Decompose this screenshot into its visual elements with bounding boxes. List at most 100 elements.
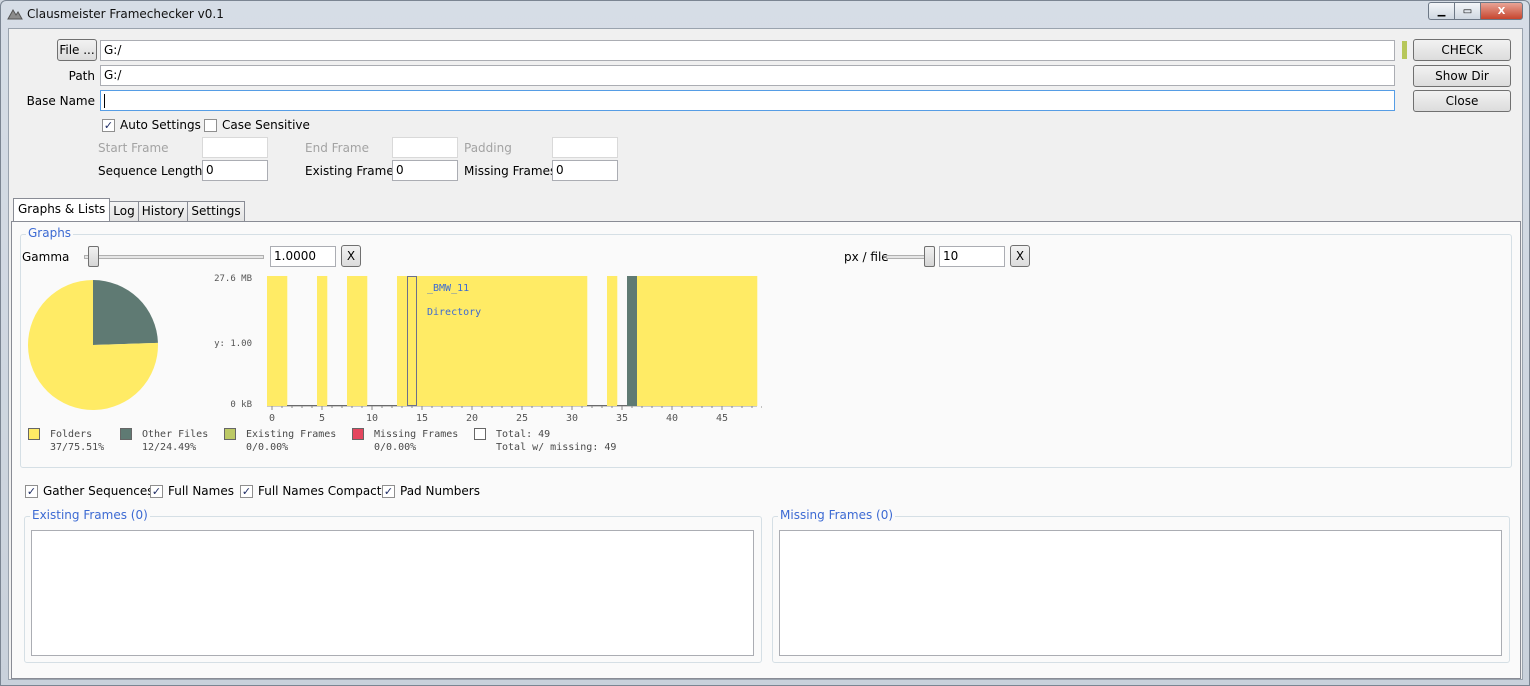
bar-folder[interactable] bbox=[707, 276, 718, 406]
bar-folder[interactable] bbox=[727, 276, 738, 406]
existing-frames-input[interactable]: 0 bbox=[392, 160, 458, 181]
bar-folder[interactable] bbox=[357, 276, 368, 406]
bar-folder[interactable] bbox=[477, 276, 488, 406]
tab-log[interactable]: Log bbox=[109, 201, 139, 221]
missing-frames-input[interactable]: 0 bbox=[552, 160, 618, 181]
x-tick-label: 40 bbox=[666, 413, 678, 424]
check-button[interactable]: CHECK bbox=[1413, 39, 1511, 61]
bar-folder[interactable] bbox=[267, 276, 278, 406]
legend-value: 37/75.51% bbox=[50, 442, 105, 453]
full-names-checkbox[interactable]: ✓ Full Names bbox=[150, 484, 234, 498]
check-icon: ✓ bbox=[150, 484, 163, 498]
basename-input[interactable] bbox=[100, 90, 1395, 111]
bar-folder[interactable] bbox=[607, 276, 618, 406]
bar-folder[interactable] bbox=[407, 276, 418, 406]
px-file-input[interactable]: 10 bbox=[939, 246, 1005, 267]
y-tick-label: 0 kB bbox=[230, 400, 252, 410]
legend-value: 0/0.00% bbox=[246, 442, 289, 453]
bar-folder[interactable] bbox=[277, 276, 288, 406]
file-button[interactable]: File ... bbox=[57, 39, 97, 61]
sequence-length-input[interactable]: 0 bbox=[202, 160, 268, 181]
case-sensitive-checkbox[interactable]: Case Sensitive bbox=[204, 118, 310, 132]
full-names-compact-checkbox[interactable]: ✓ Full Names Compact bbox=[240, 484, 382, 498]
graphs-group-title: Graphs bbox=[26, 226, 74, 240]
gamma-slider[interactable] bbox=[84, 255, 264, 259]
bar-folder[interactable] bbox=[497, 276, 508, 406]
close-button[interactable]: Close bbox=[1413, 90, 1511, 112]
legend-value: 0/0.00% bbox=[374, 442, 417, 453]
tab-settings[interactable]: Settings bbox=[187, 201, 245, 221]
window-close-button[interactable]: X bbox=[1480, 2, 1523, 20]
bar-folder[interactable] bbox=[687, 276, 698, 406]
minimize-button[interactable]: ▁ bbox=[1428, 2, 1454, 20]
bar-folder[interactable] bbox=[487, 276, 498, 406]
legend-swatch-total bbox=[474, 428, 486, 440]
title-bar[interactable]: Clausmeister Framechecker v0.1 ▁ ▭ X bbox=[1, 1, 1529, 27]
bar-folder[interactable] bbox=[447, 276, 458, 406]
bar-folder[interactable] bbox=[537, 276, 548, 406]
legend-label: Missing Frames bbox=[374, 429, 459, 440]
existing-frames-list[interactable] bbox=[31, 530, 754, 656]
file-input[interactable]: G:/ bbox=[100, 40, 1395, 61]
bar-folder[interactable] bbox=[467, 276, 478, 406]
y-tick-label: 27.6 MB bbox=[214, 274, 252, 284]
bar-folder[interactable] bbox=[647, 276, 658, 406]
bar-folder[interactable] bbox=[397, 276, 408, 406]
check-icon: ✓ bbox=[240, 484, 253, 498]
legend-label: Folders bbox=[50, 429, 93, 440]
bar-folder[interactable] bbox=[427, 276, 438, 406]
px-file-slider-thumb[interactable] bbox=[924, 246, 936, 267]
bar-folder[interactable] bbox=[677, 276, 688, 406]
check-icon: ✓ bbox=[25, 484, 38, 498]
status-indicator bbox=[1402, 41, 1407, 59]
bar-folder[interactable] bbox=[637, 276, 648, 406]
bar-folder[interactable] bbox=[717, 276, 728, 406]
bar-folder[interactable] bbox=[547, 276, 558, 406]
tab-history[interactable]: History bbox=[137, 201, 189, 221]
padding-input[interactable] bbox=[552, 137, 618, 158]
maximize-icon: ▭ bbox=[1462, 5, 1473, 17]
bar-folder[interactable] bbox=[457, 276, 468, 406]
bar-folder[interactable] bbox=[697, 276, 708, 406]
bar-folder[interactable] bbox=[437, 276, 448, 406]
bar-folder[interactable] bbox=[507, 276, 518, 406]
tab-graphs-lists[interactable]: Graphs & Lists bbox=[13, 198, 111, 221]
auto-settings-checkbox[interactable]: ✓ Auto Settings bbox=[102, 118, 201, 132]
end-frame-input[interactable] bbox=[392, 137, 458, 158]
start-frame-input[interactable] bbox=[202, 137, 268, 158]
px-file-reset-button[interactable]: X bbox=[1010, 245, 1030, 267]
path-input[interactable]: G:/ bbox=[100, 65, 1395, 86]
bar-folder[interactable] bbox=[517, 276, 528, 406]
bar-folder[interactable] bbox=[667, 276, 678, 406]
x-tick-label: 15 bbox=[416, 413, 428, 424]
legend-label: Total: 49 bbox=[496, 429, 551, 440]
bar-folder[interactable] bbox=[417, 276, 428, 406]
legend-value: Total w/ missing: 49 bbox=[496, 442, 617, 453]
pad-numbers-checkbox[interactable]: ✓ Pad Numbers bbox=[382, 484, 480, 498]
missing-frames-list[interactable] bbox=[779, 530, 1502, 656]
y-tick-label: y: 1.00 bbox=[214, 339, 252, 349]
end-frame-label: End Frame bbox=[305, 141, 370, 155]
bar-folder[interactable] bbox=[577, 276, 588, 406]
show-dir-button[interactable]: Show Dir bbox=[1413, 65, 1511, 87]
bar-folder[interactable] bbox=[737, 276, 748, 406]
basename-label: Base Name bbox=[26, 94, 95, 108]
tab-bar: Graphs & Lists Log History Settings bbox=[13, 198, 245, 221]
gamma-slider-thumb[interactable] bbox=[88, 246, 99, 267]
chart-legend: Folders 37/75.51% Other Files 12/24.49% Exis… bbox=[28, 428, 648, 458]
bar-folder[interactable] bbox=[557, 276, 568, 406]
gamma-label: Gamma bbox=[22, 250, 70, 264]
gamma-reset-button[interactable]: X bbox=[341, 245, 361, 267]
bar-folder[interactable] bbox=[657, 276, 668, 406]
bar-folder[interactable] bbox=[347, 276, 358, 406]
bar-folder[interactable] bbox=[567, 276, 578, 406]
gather-sequences-checkbox[interactable]: ✓ Gather Sequences bbox=[25, 484, 154, 498]
maximize-button[interactable]: ▭ bbox=[1454, 2, 1480, 20]
legend-swatch-other-files bbox=[120, 428, 132, 440]
bar-folder[interactable] bbox=[317, 276, 328, 406]
path-label: Path bbox=[68, 69, 95, 83]
bar-folder[interactable] bbox=[747, 276, 758, 406]
gamma-input[interactable]: 1.0000 bbox=[270, 246, 336, 267]
bar-other-file[interactable] bbox=[627, 276, 638, 406]
bar-folder[interactable] bbox=[527, 276, 538, 406]
